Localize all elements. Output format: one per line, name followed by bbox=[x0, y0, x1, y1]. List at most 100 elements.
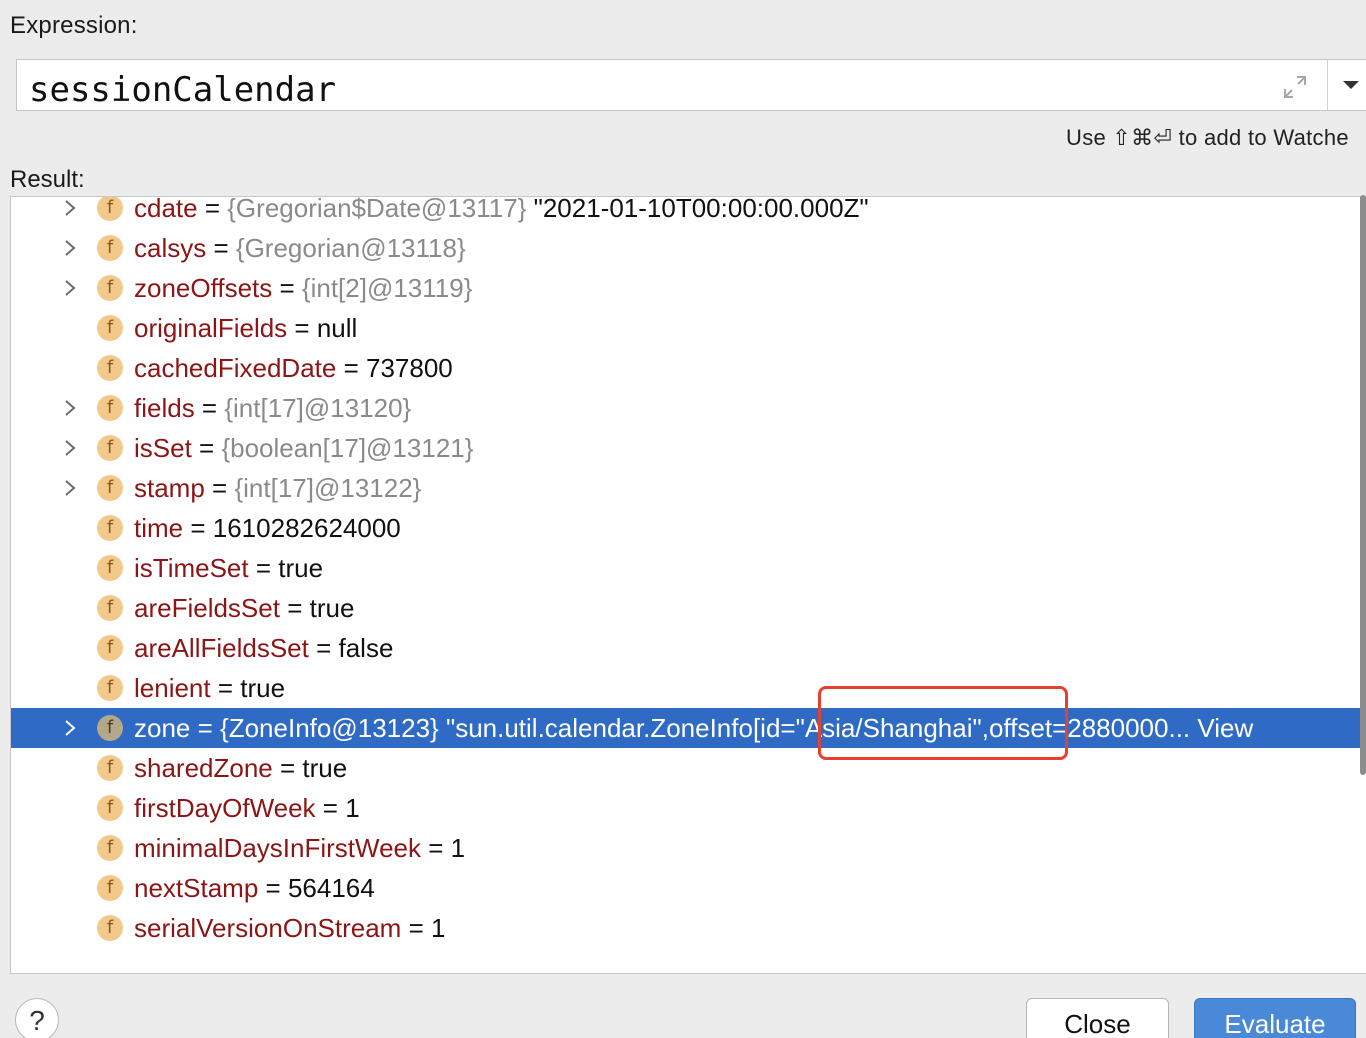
chevron-right-icon[interactable] bbox=[61, 278, 79, 298]
field-value: true bbox=[278, 553, 324, 583]
tree-row-originalFields[interactable]: f originalFields = null bbox=[11, 308, 1366, 348]
tree-row-text: originalFields = null bbox=[134, 308, 357, 348]
result-tree[interactable]: f cdate = {Gregorian$Date@13117} "2021-01… bbox=[10, 196, 1366, 974]
chevron-right-icon[interactable] bbox=[61, 438, 79, 458]
tree-row-text: stamp = {int[17]@13122} bbox=[134, 468, 421, 508]
equals-sign: = bbox=[336, 353, 366, 383]
field-name: firstDayOfWeek bbox=[134, 793, 316, 823]
field-name: areAllFieldsSet bbox=[134, 633, 309, 663]
chevron-right-icon[interactable] bbox=[61, 398, 79, 418]
expand-icon[interactable] bbox=[1281, 73, 1309, 101]
chevron-right-icon[interactable] bbox=[61, 238, 79, 258]
equals-sign: = bbox=[315, 793, 346, 823]
field-badge-icon: f bbox=[97, 595, 123, 621]
field-badge-icon: f bbox=[97, 355, 123, 381]
tree-row-zone[interactable]: f zone = {ZoneInfo@13123} "sun.util.calen… bbox=[11, 708, 1366, 748]
tree-row-nextStamp[interactable]: f nextStamp = 564164 bbox=[11, 868, 1366, 908]
field-value: false bbox=[338, 633, 394, 663]
tree-row-time[interactable]: f time = 1610282624000 bbox=[11, 508, 1366, 548]
tree-row-text: firstDayOfWeek = 1 bbox=[134, 788, 360, 828]
tree-row-serialVersionOnStream[interactable]: f serialVersionOnStream = 1 bbox=[11, 908, 1366, 948]
tree-row-text: zoneOffsets = {int[2]@13119} bbox=[134, 268, 472, 308]
object-reference: {int[2]@13119} bbox=[301, 273, 473, 303]
tree-row-areAllFieldsSet[interactable]: f areAllFieldsSet = false bbox=[11, 628, 1366, 668]
field-badge-icon: f bbox=[97, 915, 123, 941]
chevron-right-icon[interactable] bbox=[61, 718, 79, 738]
equals-sign: = bbox=[191, 433, 222, 463]
tree-row-text: zone = {ZoneInfo@13123} "sun.util.calend… bbox=[134, 708, 1253, 748]
tree-row-stamp[interactable]: f stamp = {int[17]@13122} bbox=[11, 468, 1366, 508]
equals-sign: = bbox=[279, 593, 310, 623]
object-reference: {ZoneInfo@13123} bbox=[220, 713, 439, 743]
field-badge-icon: f bbox=[97, 875, 123, 901]
field-name: stamp bbox=[134, 473, 205, 503]
field-badge-icon: f bbox=[97, 275, 123, 301]
field-name: zone bbox=[134, 713, 191, 743]
tree-row-text: areAllFieldsSet = false bbox=[134, 628, 393, 668]
equals-sign: = bbox=[401, 913, 431, 943]
tree-row-areFieldsSet[interactable]: f areFieldsSet = true bbox=[11, 588, 1366, 628]
tree-row-cachedFixedDate[interactable]: f cachedFixedDate = 737800 bbox=[11, 348, 1366, 388]
object-reference: {Gregorian$Date@13117} bbox=[227, 196, 527, 223]
watch-hint: Use ⇧⌘⏎ to add to Watche bbox=[1066, 125, 1349, 150]
equals-sign: = bbox=[421, 833, 451, 863]
equals-sign: = bbox=[308, 633, 339, 663]
expression-input[interactable]: sessionCalendar bbox=[16, 59, 1366, 111]
tree-row-zoneOffsets[interactable]: f zoneOffsets = {int[2]@13119} bbox=[11, 268, 1366, 308]
tree-row-text: minimalDaysInFirstWeek = 1 bbox=[134, 828, 465, 868]
chevron-right-icon[interactable] bbox=[61, 198, 79, 218]
dropdown-arrow-icon[interactable] bbox=[1341, 78, 1361, 92]
tree-row-isSet[interactable]: f isSet = {boolean[17]@13121} bbox=[11, 428, 1366, 468]
help-button[interactable]: ? bbox=[15, 998, 59, 1038]
tree-row-lenient[interactable]: f lenient = true bbox=[11, 668, 1366, 708]
field-badge-icon: f bbox=[97, 715, 123, 741]
tree-row-firstDayOfWeek[interactable]: f firstDayOfWeek = 1 bbox=[11, 788, 1366, 828]
field-name: sharedZone bbox=[134, 753, 273, 783]
expression-text[interactable]: sessionCalendar bbox=[29, 70, 336, 110]
field-value: 1610282624000 bbox=[212, 513, 401, 543]
field-name: cdate bbox=[134, 196, 198, 223]
tree-row-cdate[interactable]: f cdate = {Gregorian$Date@13117} "2021-01… bbox=[11, 196, 1366, 228]
tree-row-text: fields = {int[17]@13120} bbox=[134, 388, 411, 428]
close-button[interactable]: Close bbox=[1026, 998, 1169, 1038]
field-name: areFieldsSet bbox=[134, 593, 280, 623]
field-value: true bbox=[309, 593, 355, 623]
field-value: true bbox=[302, 753, 348, 783]
tree-row-sharedZone[interactable]: f sharedZone = true bbox=[11, 748, 1366, 788]
tree-row-text: isTimeSet = true bbox=[134, 548, 323, 588]
object-reference: {boolean[17]@13121} bbox=[221, 433, 474, 463]
object-reference: {int[17]@13120} bbox=[224, 393, 412, 423]
object-reference: {Gregorian@13118} bbox=[235, 233, 466, 263]
field-badge-icon: f bbox=[97, 795, 123, 821]
equals-sign: = bbox=[194, 393, 225, 423]
field-name: lenient bbox=[134, 673, 211, 703]
equals-sign: = bbox=[248, 553, 279, 583]
field-badge-icon: f bbox=[97, 835, 123, 861]
field-value: true bbox=[240, 673, 286, 703]
field-badge-icon: f bbox=[97, 475, 123, 501]
tree-row-text: serialVersionOnStream = 1 bbox=[134, 908, 445, 948]
field-name: time bbox=[134, 513, 184, 543]
vertical-scrollbar[interactable] bbox=[1360, 195, 1366, 775]
field-value: 1 bbox=[450, 833, 466, 863]
field-name: serialVersionOnStream bbox=[134, 913, 402, 943]
field-badge-icon: f bbox=[97, 235, 123, 261]
equals-sign: = bbox=[183, 513, 213, 543]
help-icon: ? bbox=[29, 1005, 45, 1036]
chevron-right-icon[interactable] bbox=[61, 478, 79, 498]
field-value: "2021-01-10T00:00:00.000Z" bbox=[526, 196, 869, 223]
result-label: Result: bbox=[10, 166, 85, 193]
tree-row-text: sharedZone = true bbox=[134, 748, 347, 788]
field-name: zoneOffsets bbox=[134, 273, 273, 303]
tree-row-calsys[interactable]: f calsys = {Gregorian@13118} bbox=[11, 228, 1366, 268]
tree-row-isTimeSet[interactable]: f isTimeSet = true bbox=[11, 548, 1366, 588]
tree-row-text: isSet = {boolean[17]@13121} bbox=[134, 428, 473, 468]
field-badge-icon: f bbox=[97, 755, 123, 781]
field-name: originalFields bbox=[134, 313, 288, 343]
dropdown-separator bbox=[1327, 60, 1328, 110]
evaluate-button[interactable]: Evaluate bbox=[1194, 998, 1356, 1038]
tree-row-minimalDaysInFirstWeek[interactable]: f minimalDaysInFirstWeek = 1 bbox=[11, 828, 1366, 868]
tree-row-fields[interactable]: f fields = {int[17]@13120} bbox=[11, 388, 1366, 428]
field-badge-icon: f bbox=[97, 515, 123, 541]
field-name: isTimeSet bbox=[134, 553, 249, 583]
